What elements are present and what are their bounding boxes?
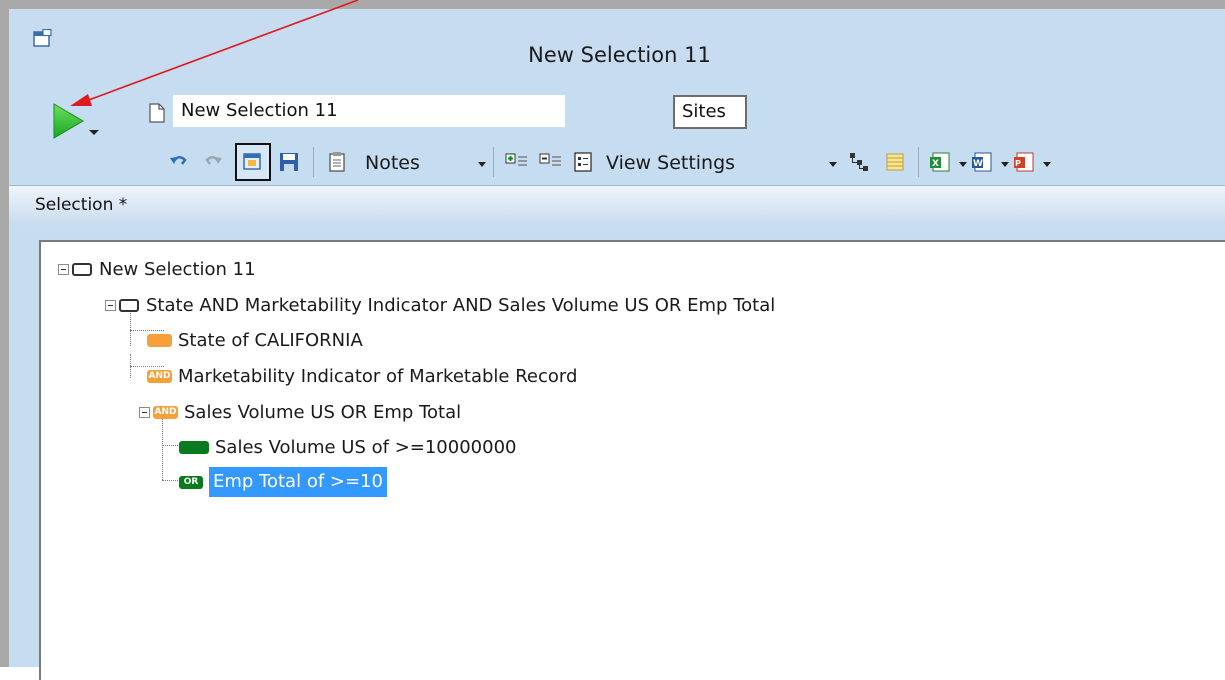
svg-text:W: W (973, 159, 983, 169)
tree-node-emp-total[interactable]: OR Emp Total of >=10 (179, 467, 387, 497)
svg-text:X: X (932, 159, 939, 169)
and-badge-icon: AND (147, 369, 172, 383)
save-icon (280, 153, 298, 171)
run-dropdown-arrow[interactable] (89, 130, 99, 135)
add-criteria-icon (505, 153, 527, 166)
toolbar-separator (493, 147, 494, 177)
tree-node-subgroup[interactable]: AND Sales Volume US OR Emp Total (139, 397, 461, 427)
export-excel-icon: X (930, 152, 950, 172)
export-word-dropdown-arrow[interactable] (1001, 162, 1009, 167)
application-window: New Selection 11 New Selection 11 Sites (0, 0, 1225, 680)
tree-node-state[interactable]: State of CALIFORNIA (147, 325, 363, 355)
export-excel-dropdown-arrow[interactable] (959, 162, 967, 167)
document-icon (149, 103, 165, 123)
svg-text:P: P (1015, 159, 1021, 168)
sites-dropdown[interactable]: Sites (673, 95, 747, 129)
criteria-node-icon (147, 333, 172, 347)
group-node-icon (119, 298, 139, 312)
or-badge-icon: OR (179, 475, 203, 489)
tree-view-button[interactable] (845, 147, 873, 177)
tree-node-label: Sales Volume US of >=10000000 (215, 436, 517, 458)
tree-node-label: Marketability Indicator of Marketable Re… (178, 365, 578, 387)
criteria-list-button[interactable] (569, 147, 597, 177)
and-badge-icon: AND (153, 405, 178, 419)
redo-button[interactable] (199, 147, 227, 177)
export-pdf-icon: P (1014, 152, 1034, 172)
notes-label[interactable]: Notes (365, 149, 420, 177)
tree-node-label-selected[interactable]: Emp Total of >=10 (209, 467, 387, 497)
undo-button[interactable] (165, 147, 193, 177)
collapse-toggle[interactable] (58, 263, 69, 275)
toolbar-separator (313, 147, 314, 177)
tree-node-label: State of CALIFORNIA (178, 329, 363, 351)
export-pdf-button[interactable]: P (1011, 147, 1039, 177)
tree-node-label: Sales Volume US OR Emp Total (184, 401, 462, 423)
properties-icon (243, 153, 261, 170)
selection-name-field[interactable]: New Selection 11 (173, 95, 565, 127)
notes-icon (329, 152, 345, 172)
tree-node-marketability[interactable]: AND Marketability Indicator of Marketabl… (147, 361, 577, 391)
notes-button[interactable] (323, 147, 351, 177)
remove-criteria-icon (539, 153, 561, 166)
window-title: New Selection 11 (528, 43, 711, 67)
group-node-icon (72, 262, 92, 276)
export-excel-button[interactable]: X (927, 147, 955, 177)
undo-icon (170, 156, 187, 165)
tree-node-label: State AND Marketability Indicator AND Sa… (146, 294, 776, 316)
criteria-list-icon (574, 152, 592, 172)
tree-node-sales-volume[interactable]: Sales Volume US of >=10000000 (179, 432, 516, 462)
run-icon[interactable] (45, 99, 85, 143)
section-label: Selection * (35, 195, 128, 215)
tree-node-label: New Selection 11 (99, 258, 256, 280)
grid-view-icon (886, 153, 904, 171)
tree-node-group[interactable]: State AND Marketability Indicator AND Sa… (105, 290, 775, 320)
export-word-icon: W (972, 152, 992, 172)
criteria-node-icon (179, 440, 209, 454)
tree-view-icon (850, 153, 868, 171)
view-settings-dropdown-arrow[interactable] (829, 162, 837, 167)
collapse-toggle[interactable] (105, 299, 116, 311)
grid-view-button[interactable] (881, 147, 909, 177)
properties-button[interactable] (235, 143, 271, 181)
add-criteria-button[interactable] (503, 147, 531, 177)
save-button[interactable] (275, 147, 303, 177)
notes-dropdown-arrow[interactable] (478, 162, 486, 167)
export-word-button[interactable]: W (969, 147, 997, 177)
title-bar: New Selection 11 (9, 9, 1225, 78)
export-pdf-dropdown-arrow[interactable] (1043, 162, 1051, 167)
tree-node-root[interactable]: New Selection 11 (58, 254, 256, 284)
view-settings-label[interactable]: View Settings (606, 149, 735, 177)
selection-tree-panel[interactable]: New Selection 11 State AND Marketability… (39, 240, 1225, 680)
section-header (9, 185, 1225, 226)
toolbar-separator (918, 147, 919, 177)
collapse-toggle[interactable] (139, 406, 150, 418)
remove-criteria-button[interactable] (537, 147, 565, 177)
redo-icon (205, 156, 222, 165)
